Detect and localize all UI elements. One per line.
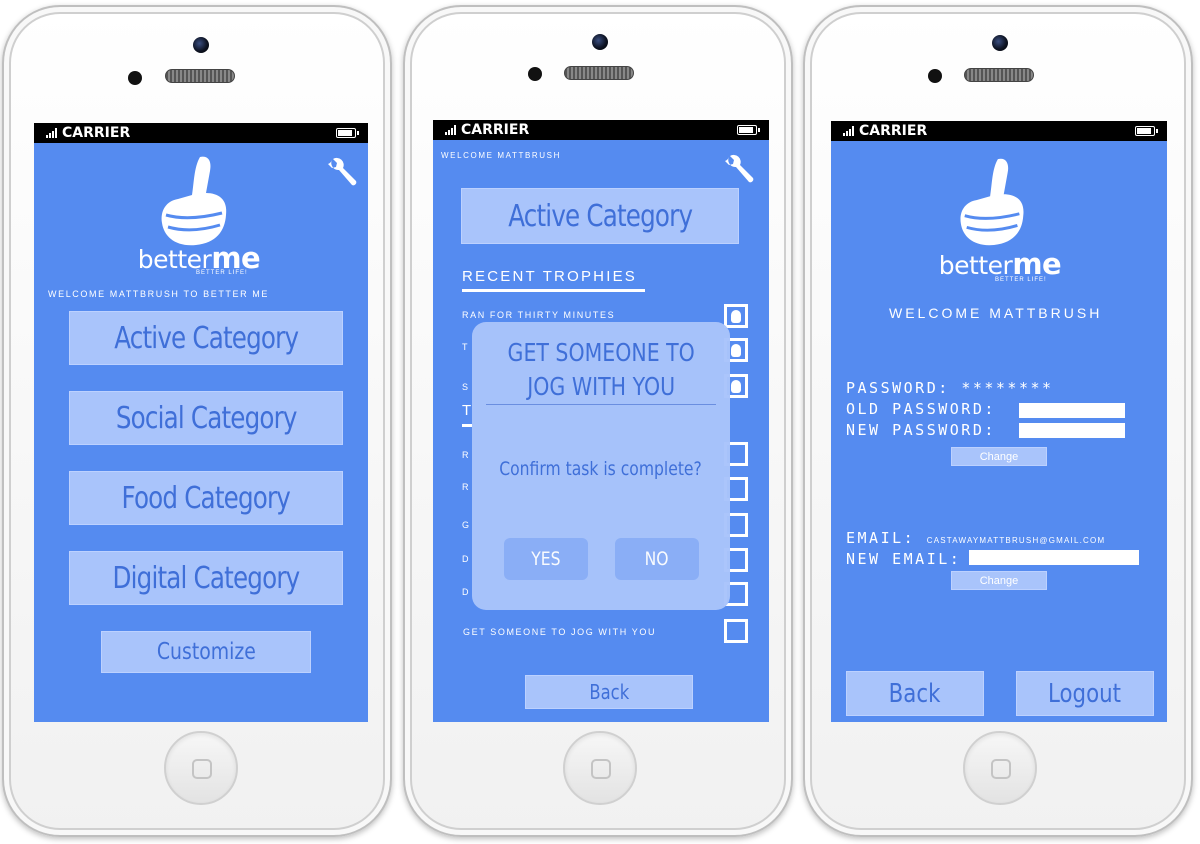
new-email-label: NEW EMAIL:: [846, 550, 962, 568]
task-label-4: D: [462, 554, 471, 564]
status-bar: CARRIER: [831, 121, 1167, 141]
home-screen: CARRIER betterme BETTER LIFE! WELCOME MA…: [34, 123, 368, 722]
dialog-question: Confirm task is complete?: [499, 458, 703, 480]
carrier-label: CARRIER: [461, 122, 530, 138]
heading-underline: [462, 289, 645, 292]
phone-frame-2: CARRIER WELCOME MATTBRUSH Active Categor…: [403, 5, 793, 837]
tasks-heading-underline: [462, 424, 472, 427]
new-password-field[interactable]: [1019, 423, 1125, 438]
no-button[interactable]: NO: [615, 538, 699, 580]
logout-button[interactable]: Logout: [1016, 671, 1154, 716]
password-label: PASSWORD:: [846, 379, 950, 397]
digital-category-button[interactable]: Digital Category: [69, 551, 343, 605]
active-category-button[interactable]: Active Category: [461, 188, 739, 244]
trophy-checkbox-1: [724, 304, 748, 328]
welcome-text: WELCOME MATTBRUSH: [889, 305, 1103, 321]
brand-tagline: BETTER LIFE!: [995, 277, 1047, 283]
task-label-1: R: [462, 450, 471, 460]
thumbs-up-logo-icon: [161, 156, 227, 246]
thumbs-up-logo-icon: [960, 158, 1024, 246]
carrier-label: CARRIER: [859, 123, 928, 139]
trophy-label-2: T: [462, 342, 470, 352]
welcome-text: WELCOME MATTBRUSH TO BETTER ME: [48, 289, 270, 299]
email-row: EMAIL: CASTAWAYMATTBRUSH@GMAIL.COM: [846, 529, 1105, 547]
food-category-button[interactable]: Food Category: [69, 471, 343, 525]
status-bar: CARRIER: [433, 120, 769, 140]
proximity-sensor: [128, 71, 142, 85]
logo-text-me: me: [1012, 247, 1062, 281]
settings-screen: CARRIER betterme BETTER LIFE! WELCOME MA…: [831, 121, 1167, 722]
active-category-button[interactable]: Active Category: [69, 311, 343, 365]
home-button[interactable]: [164, 731, 238, 805]
earpiece-speaker: [564, 66, 634, 80]
brand-logo: betterme: [935, 250, 1065, 280]
wrench-icon[interactable]: [326, 157, 360, 191]
brand-tagline: BETTER LIFE!: [196, 270, 248, 276]
task-label-6: GET SOMEONE TO JOG WITH YOU: [463, 627, 657, 637]
confirm-task-dialog: GET SOMEONE TO JOG WITH YOU Confirm task…: [472, 322, 730, 610]
old-password-label: OLD PASSWORD:: [846, 400, 996, 418]
old-password-field[interactable]: [1019, 403, 1125, 418]
task-label-5: D: [462, 587, 471, 597]
earpiece-speaker: [964, 68, 1034, 82]
trophies-screen: CARRIER WELCOME MATTBRUSH Active Categor…: [433, 120, 769, 722]
phone-frame-1: CARRIER betterme BETTER LIFE! WELCOME MA…: [2, 5, 392, 837]
home-button[interactable]: [563, 731, 637, 805]
dialog-title-line-2: JOG WITH YOU: [527, 372, 675, 401]
earpiece-speaker: [165, 69, 235, 83]
customize-button[interactable]: Customize: [101, 631, 311, 673]
new-email-field[interactable]: [969, 550, 1139, 565]
front-camera: [992, 35, 1008, 51]
front-camera: [592, 34, 608, 50]
wrench-icon[interactable]: [723, 154, 757, 188]
proximity-sensor: [928, 69, 942, 83]
dialog-title: GET SOMEONE TO JOG WITH YOU: [472, 336, 730, 404]
back-button[interactable]: Back: [525, 675, 693, 709]
recent-trophies-heading: RECENT TROPHIES: [462, 268, 637, 285]
dialog-title-line-1: GET SOMEONE TO: [507, 338, 695, 367]
battery-icon: [1135, 126, 1158, 136]
change-email-button[interactable]: Change: [951, 571, 1047, 590]
yes-button[interactable]: YES: [504, 538, 588, 580]
signal-icon: [445, 125, 457, 135]
welcome-text: WELCOME MATTBRUSH: [441, 151, 561, 160]
phone-frame-3: CARRIER betterme BETTER LIFE! WELCOME MA…: [803, 5, 1193, 837]
proximity-sensor: [528, 67, 542, 81]
front-camera: [193, 37, 209, 53]
signal-icon: [843, 126, 855, 136]
task-label-3: G: [462, 520, 471, 530]
task-checkbox-6[interactable]: [724, 619, 748, 643]
password-value: ********: [961, 379, 1054, 397]
logo-text-better: better: [938, 251, 1013, 280]
social-category-button[interactable]: Social Category: [69, 391, 343, 445]
battery-icon: [336, 128, 359, 138]
email-label: EMAIL:: [846, 529, 916, 547]
brand-logo: betterme: [134, 244, 264, 273]
task-label-2: R: [462, 482, 471, 492]
dialog-divider: [486, 404, 716, 405]
password-row: PASSWORD: ********: [846, 379, 1054, 397]
email-value: CASTAWAYMATTBRUSH@GMAIL.COM: [926, 536, 1106, 545]
trophy-label-1: RAN FOR THIRTY MINUTES: [462, 310, 616, 320]
home-button[interactable]: [963, 731, 1037, 805]
status-bar: CARRIER: [34, 123, 368, 143]
back-button[interactable]: Back: [846, 671, 984, 716]
change-password-button[interactable]: Change: [951, 447, 1047, 466]
signal-icon: [46, 128, 58, 138]
carrier-label: CARRIER: [62, 125, 131, 141]
trophy-label-3: S: [462, 382, 470, 392]
battery-icon: [737, 125, 760, 135]
new-password-label: NEW PASSWORD:: [846, 421, 996, 439]
